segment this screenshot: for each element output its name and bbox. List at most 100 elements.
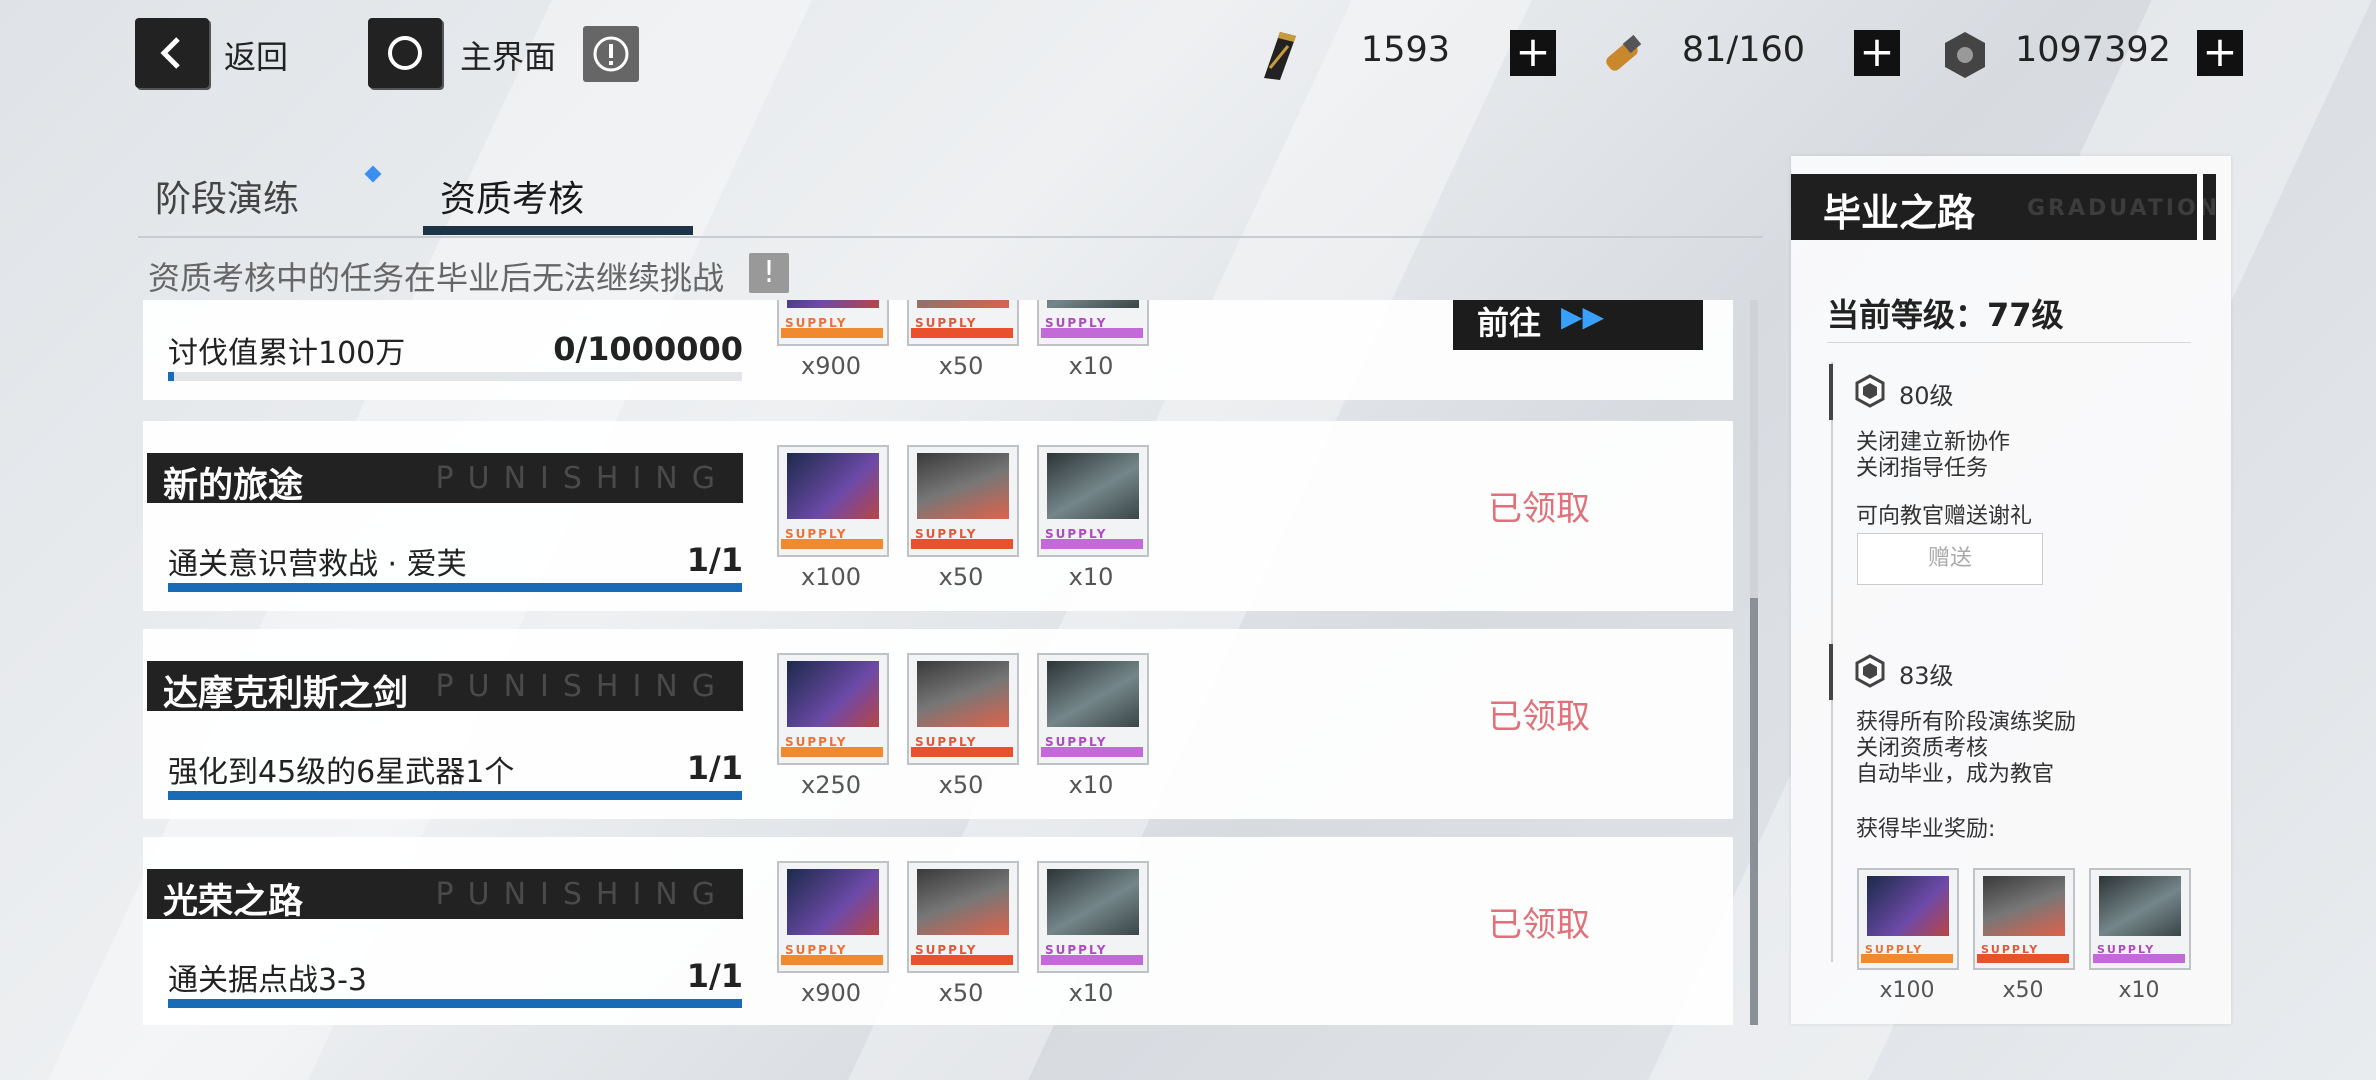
task-title: 新的旅途: [163, 466, 304, 506]
task-description: 通关意识营救战 · 爱芙: [168, 547, 467, 582]
reward-qty: x50: [938, 771, 984, 799]
claimed-status: 已领取: [1488, 905, 1590, 945]
reward-qty: x50: [938, 352, 984, 380]
timeline-marker: [1829, 364, 1833, 420]
info-button[interactable]: [583, 26, 639, 82]
back-button[interactable]: [135, 18, 209, 88]
graduation-reward-black-card[interactable]: SUPPLY: [1857, 868, 1959, 970]
notice-text: 资质考核中的任务在毕业后无法继续挑战: [148, 259, 725, 297]
reward-supply-box[interactable]: SUPPLY: [907, 653, 1019, 765]
reward-qty: x50: [938, 979, 984, 1007]
task-progress: 0/1000000: [553, 330, 743, 368]
hexagon-icon: [1855, 374, 1885, 408]
home-label[interactable]: 主界面: [460, 32, 556, 78]
divider: [1827, 342, 2191, 343]
reward-qty: x50: [938, 563, 984, 591]
task-card: 达摩克利斯之剑 PUNISHING 强化到45级的6星武器1个 1/1 SUPP…: [143, 629, 1733, 819]
reward-crystal[interactable]: SUPPLY: [1037, 861, 1149, 973]
level-83-label: 83级: [1899, 662, 1954, 690]
circle-icon: [388, 36, 422, 70]
claimed-status: 已领取: [1488, 489, 1590, 529]
add-coin-button[interactable]: +: [2197, 30, 2243, 76]
reward-qty: x10: [1068, 979, 1114, 1007]
coin-value: 1097392: [2015, 30, 2171, 70]
task-title-banner: 达摩克利斯之剑 PUNISHING: [147, 661, 743, 714]
reward-qty: x900: [800, 352, 861, 380]
panel-title-en: GRADUATION: [2027, 196, 2221, 221]
add-black-card-button[interactable]: +: [1510, 30, 1556, 76]
tab-qualification[interactable]: 资质考核: [440, 170, 584, 222]
graduation-panel: 毕业之路 GRADUATION 当前等级：77级 80级 关闭建立新协作 关闭指…: [1791, 156, 2231, 1024]
graduation-reward-supply-box[interactable]: SUPPLY: [1973, 868, 2075, 970]
info-icon: [593, 36, 629, 72]
reward-supply-box[interactable]: SUPPLY: [907, 861, 1019, 973]
reward-qty: x100: [1879, 978, 1935, 1003]
reward-black-card[interactable]: SUPPLY: [777, 861, 889, 973]
reward-qty: x10: [1068, 563, 1114, 591]
task-progress: 1/1: [686, 541, 743, 579]
reward-crystal[interactable]: SUPPLY: [1037, 445, 1149, 557]
reward-qty: x10: [1068, 771, 1114, 799]
reward-qty: x900: [800, 979, 861, 1007]
task-title: 光荣之路: [163, 882, 304, 922]
reward-supply-box[interactable]: SUPPLY: [907, 300, 1019, 346]
graduation-reward-title: 获得毕业奖励:: [1856, 817, 1996, 842]
reward-supply-box[interactable]: SUPPLY: [907, 445, 1019, 557]
black-card-value: 1593: [1360, 30, 1450, 70]
task-watermark: PUNISHING: [435, 669, 729, 704]
notification-dot: [364, 165, 382, 183]
claimed-status: 已领取: [1488, 697, 1590, 737]
reward-qty: x10: [1068, 352, 1114, 380]
task-card: 新的旅途 PUNISHING 通关意识营救战 · 爱芙 1/1 SUPPLY x…: [143, 421, 1733, 611]
task-description: 强化到45级的6星武器1个: [168, 755, 515, 790]
goto-label: 前往: [1477, 304, 1542, 342]
reward-crystal[interactable]: SUPPLY: [1037, 300, 1149, 346]
reward-qty: x250: [800, 771, 861, 799]
reward-qty: x100: [800, 563, 861, 591]
black-card-icon: [1264, 32, 1296, 80]
current-level: 当前等级：77级: [1827, 296, 2064, 334]
task-progress-bar: [168, 791, 742, 800]
task-watermark: PUNISHING: [435, 877, 729, 912]
task-progress-bar: [168, 372, 742, 381]
reward-black-card[interactable]: SUPPLY: [777, 653, 889, 765]
task-card: 光荣之路 PUNISHING 通关据点战3-3 1/1 SUPPLY x900 …: [143, 837, 1733, 1025]
task-description: 讨伐值累计100万: [168, 336, 406, 371]
task-progress-bar: [168, 999, 742, 1008]
scrollbar-thumb[interactable]: [1750, 598, 1758, 1025]
back-label[interactable]: 返回: [224, 32, 288, 78]
coin-icon: [1945, 32, 1985, 78]
gift-button[interactable]: 赠送: [1857, 533, 2043, 585]
goto-button[interactable]: 前往 ▶▶: [1453, 300, 1703, 350]
task-progress: 1/1: [686, 957, 743, 995]
reward-crystal[interactable]: SUPPLY: [1037, 653, 1149, 765]
serum-value: 81/160: [1681, 30, 1805, 70]
timeline-marker: [1829, 644, 1833, 700]
graduation-reward-crystal[interactable]: SUPPLY: [2089, 868, 2191, 970]
gift-hint: 可向教官赠送谢礼: [1856, 504, 2033, 529]
add-serum-button[interactable]: +: [1854, 30, 1900, 76]
reward-black-card[interactable]: SUPPLY: [777, 445, 889, 557]
task-title: 达摩克利斯之剑: [163, 674, 409, 714]
task-card: 讨伐值累计100万 0/1000000 SUPPLY x900 SUPPLY x…: [143, 300, 1733, 400]
reward-qty: x50: [2002, 978, 2044, 1003]
tab-active-indicator: [423, 226, 693, 235]
home-button[interactable]: [368, 18, 442, 88]
tab-divider: [138, 236, 1763, 238]
level-80-label: 80级: [1899, 382, 1954, 410]
warning-icon: !: [749, 253, 789, 293]
level-80-line: 关闭指导任务: [1856, 456, 1989, 481]
panel-header: 毕业之路 GRADUATION: [1791, 174, 2217, 240]
task-watermark: PUNISHING: [435, 461, 729, 496]
reward-black-card[interactable]: SUPPLY: [777, 300, 889, 346]
panel-title: 毕业之路: [1823, 191, 1976, 235]
task-list[interactable]: 讨伐值累计100万 0/1000000 SUPPLY x900 SUPPLY x…: [143, 300, 1733, 1025]
task-title-banner: 新的旅途 PUNISHING: [147, 453, 743, 506]
chevron-left-icon: [160, 37, 180, 69]
task-progress: 1/1: [686, 749, 743, 787]
tab-stage-training[interactable]: 阶段演练: [155, 170, 299, 222]
task-description: 通关据点战3-3: [168, 963, 367, 998]
task-title-banner: 光荣之路 PUNISHING: [147, 869, 743, 922]
double-arrow-icon: ▶▶: [1561, 300, 1605, 333]
reward-qty: x10: [2118, 978, 2160, 1003]
